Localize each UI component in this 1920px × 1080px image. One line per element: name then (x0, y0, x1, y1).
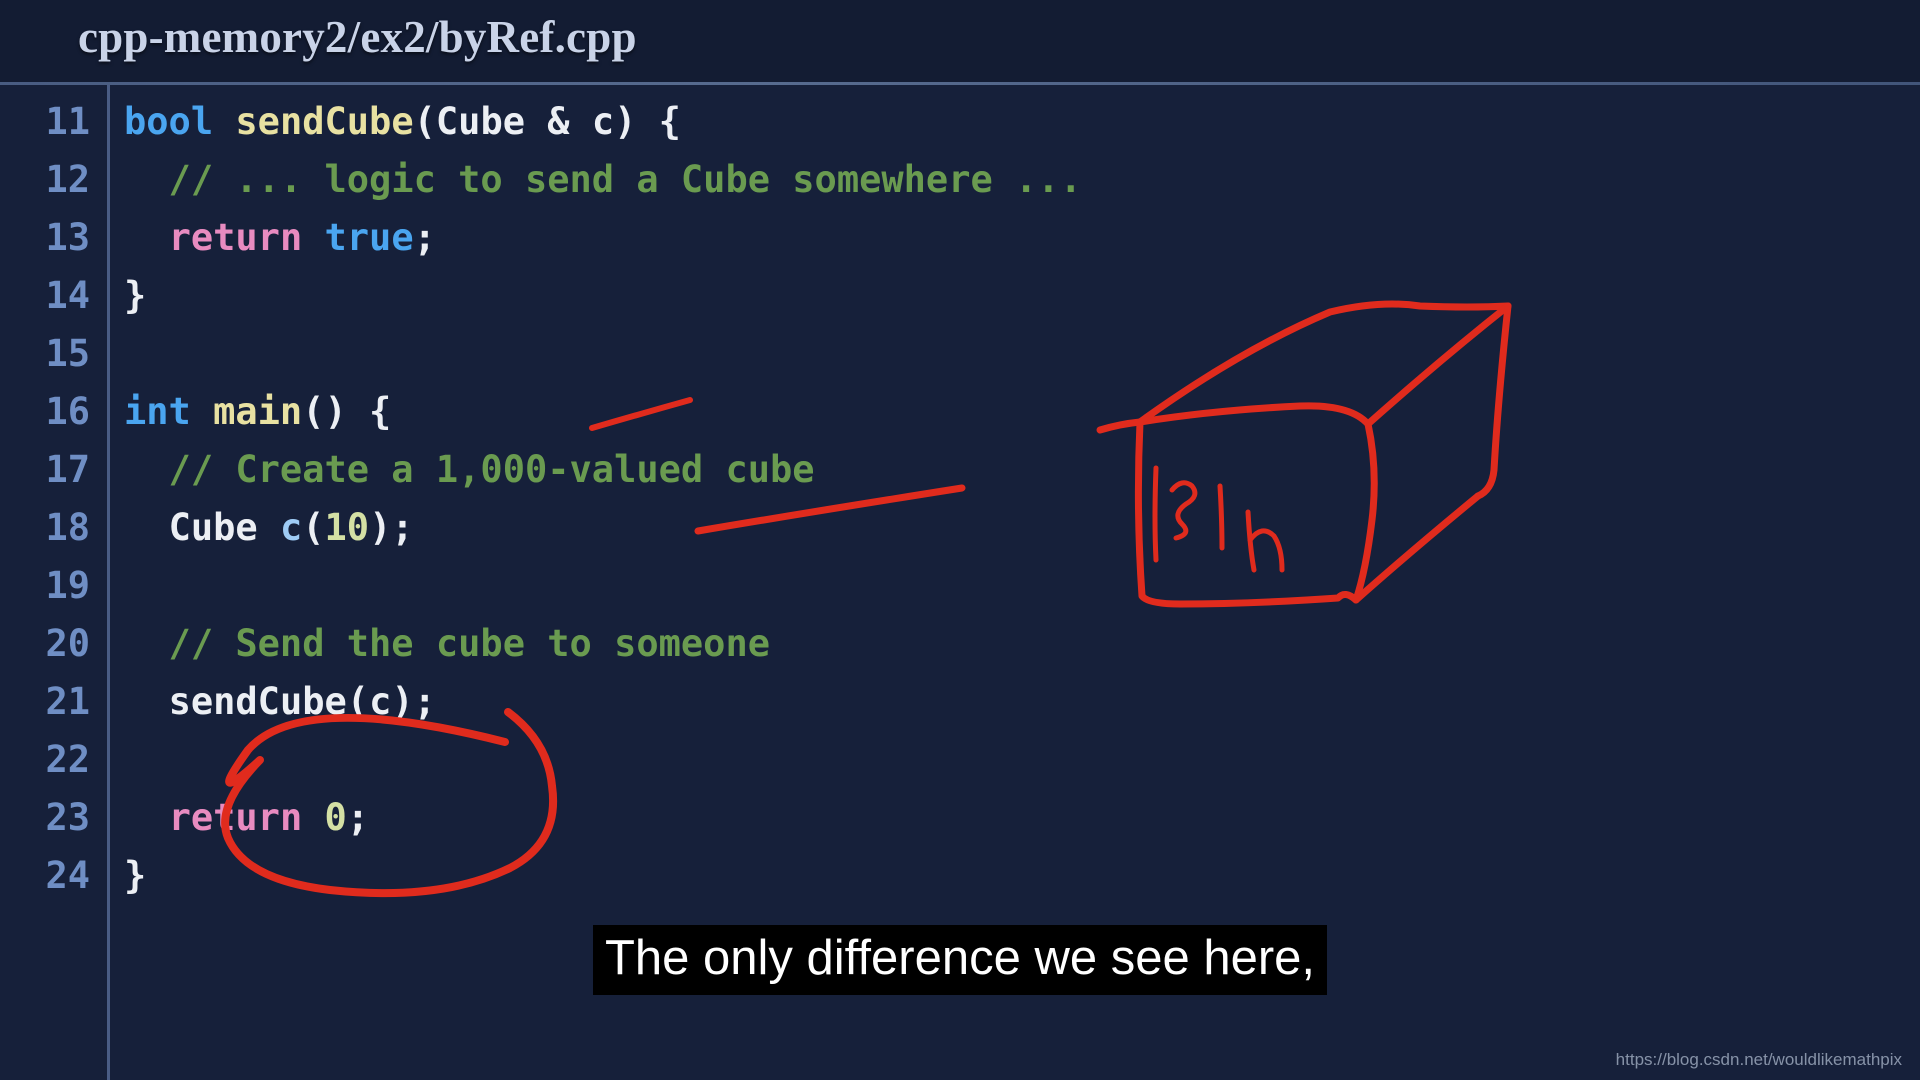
code-text: Cube c(10); (124, 499, 414, 557)
code-token: true (324, 216, 414, 259)
line-number: 15 (45, 332, 90, 375)
code-token: int (124, 390, 191, 433)
code-line-14[interactable]: 14} (0, 267, 1920, 325)
watermark-url: https://blog.csdn.net/wouldlikemathpix (1615, 1050, 1902, 1069)
line-number: 12 (45, 158, 90, 201)
line-number: 13 (45, 216, 90, 259)
code-token: ( (302, 506, 325, 549)
line-number: 19 (45, 564, 90, 607)
code-token: ; (346, 796, 370, 839)
code-text: // Create a 1,000-valued cube (124, 441, 815, 499)
line-number: 14 (45, 274, 90, 317)
code-text: } (124, 267, 146, 325)
code-token: 10 (324, 506, 370, 549)
code-text: // ... logic to send a Cube somewhere ..… (124, 151, 1082, 209)
code-token: c (369, 680, 392, 723)
code-token: ( (346, 680, 370, 723)
subtitle-text: The only difference we see here, (592, 925, 1328, 995)
code-token: main (213, 390, 303, 433)
line-number: 23 (45, 796, 90, 839)
code-text: } (124, 847, 146, 905)
code-line-24[interactable]: 24} (0, 847, 1920, 905)
code-text: sendCube(c); (124, 673, 436, 731)
code-token: ; (413, 216, 436, 259)
page-title: cpp-memory2/ex2/byRef.cpp (78, 12, 637, 62)
code-token: ); (369, 506, 414, 549)
video-frame: cpp-memory2/ex2/byRef.cpp 11 bool sendCub… (0, 0, 1920, 1080)
code-text: return 0; (124, 789, 370, 847)
code-line-21[interactable]: 21 sendCube(c); (0, 673, 1920, 731)
code-line-19[interactable]: 19 (0, 557, 1920, 615)
code-token: & (525, 100, 592, 143)
code-line-13[interactable]: 13 return true; (0, 209, 1920, 267)
line-number: 11 (45, 100, 90, 143)
code-token: ) { (614, 100, 681, 143)
code-text: // Send the cube to someone (124, 615, 770, 673)
code-line-15[interactable]: 15 (0, 325, 1920, 383)
code-line-18[interactable]: 18 Cube c(10); (0, 499, 1920, 557)
code-token: bool (124, 100, 214, 143)
code-token: // ... logic to send a Cube somewhere ..… (124, 158, 1082, 201)
code-token: 0 (324, 796, 347, 839)
code-token: } (124, 274, 147, 317)
line-number: 21 (45, 680, 90, 723)
line-number: 16 (45, 390, 90, 433)
code-token: c (591, 100, 615, 143)
code-token: ( (413, 100, 436, 143)
code-token: // Send the cube to someone (124, 622, 771, 665)
code-token: return (168, 216, 303, 259)
line-number: 17 (45, 448, 90, 491)
code-line-23[interactable]: 23 return 0; (0, 789, 1920, 847)
code-token: return (168, 796, 303, 839)
code-token: sendCube (168, 680, 347, 723)
code-token: // Create a 1,000-valued cube (124, 448, 815, 491)
code-token: Cube (168, 506, 258, 549)
code-token: c (279, 506, 303, 549)
line-number: 18 (45, 506, 90, 549)
code-text: int main() { (124, 383, 391, 441)
code-line-12[interactable]: 12 // ... logic to send a Cube somewhere… (0, 151, 1920, 209)
code-line-11[interactable]: 11 bool sendCube(Cube & c) { (0, 93, 1920, 151)
code-line-17[interactable]: 17 // Create a 1,000-valued cube (0, 441, 1920, 499)
code-token: () { (302, 390, 392, 433)
code-token: sendCube (235, 100, 414, 143)
title-bar: cpp-memory2/ex2/byRef.cpp (0, 0, 1920, 85)
code-line-20[interactable]: 20 // Send the cube to someone (0, 615, 1920, 673)
subtitle-container: The only difference we see here, (0, 925, 1920, 995)
code-line-22[interactable]: 22 (0, 731, 1920, 789)
code-token: ); (391, 680, 436, 723)
code-text: return true; (124, 209, 436, 267)
code-line-16[interactable]: 16 int main() { (0, 383, 1920, 441)
code-text: bool sendCube(Cube & c) { (124, 93, 681, 151)
line-number: 20 (45, 622, 90, 665)
line-number: 22 (45, 738, 90, 781)
line-number: 24 (45, 854, 90, 897)
code-token: Cube (435, 100, 525, 143)
code-token: } (124, 854, 147, 897)
